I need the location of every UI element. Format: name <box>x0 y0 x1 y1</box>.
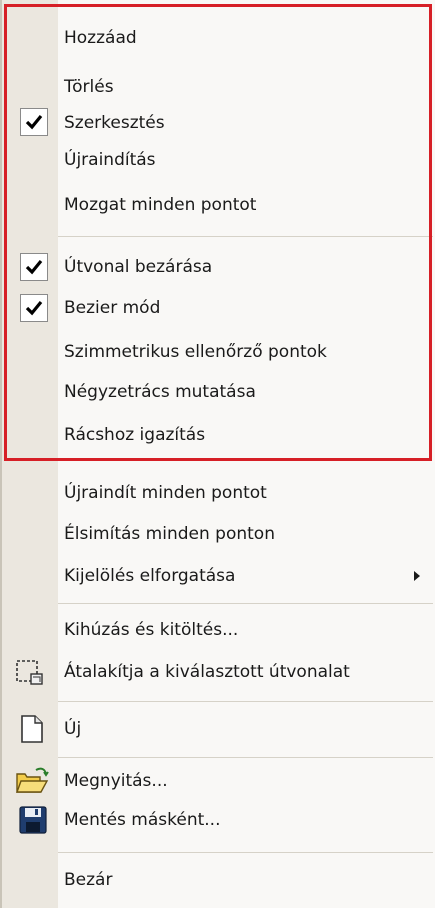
menu-item-negyzetracs-mutatasa[interactable]: Négyzetrács mutatása <box>0 380 435 404</box>
menu-item-atalakitja-kivalasztott-utvonalat[interactable]: Átalakítja a kiválasztott útvonalat <box>0 656 435 688</box>
menu-item-bezier-mod[interactable]: Bezier mód <box>0 292 435 324</box>
menu-item-label: Rácshoz igazítás <box>64 425 206 445</box>
menu-item-label: Kihúzás és kitöltés... <box>64 620 239 640</box>
menu-item-szimmetrikus-ellenorzo-pontok[interactable]: Szimmetrikus ellenőrző pontok <box>0 340 435 364</box>
menu-item-label: Törlés <box>64 77 114 97</box>
menu-item-label: Szerkesztés <box>64 113 165 133</box>
new-document-icon <box>20 714 44 749</box>
menu-item-uj[interactable]: Új <box>0 712 435 746</box>
menu-item-racshoz-igazitas[interactable]: Rácshoz igazítás <box>0 423 435 447</box>
menu-item-mentes-maskent[interactable]: Mentés másként... <box>0 803 435 837</box>
checkmark-icon <box>20 253 48 281</box>
menu-item-label: Négyzetrács mutatása <box>64 382 256 402</box>
menu-item-label: Újraindít minden pontot <box>64 483 267 503</box>
menu-separator <box>58 603 433 604</box>
menu-item-hozzaad[interactable]: Hozzáad <box>0 26 435 50</box>
menu-item-label: Szimmetrikus ellenőrző pontok <box>64 342 327 362</box>
menu-item-kijeloles-elforgatasa[interactable]: Kijelölés elforgatása <box>0 564 435 588</box>
checkmark-icon <box>20 108 48 136</box>
menu-item-mozgat-minden-pontot[interactable]: Mozgat minden pontot <box>0 193 435 217</box>
menu-item-label: Útvonal bezárása <box>64 257 213 277</box>
menu-separator <box>58 701 433 702</box>
menu-item-label: Mozgat minden pontot <box>64 195 257 215</box>
transform-selection-icon <box>14 658 46 693</box>
menu-separator <box>58 852 433 853</box>
menu-item-label: Kijelölés elforgatása <box>64 566 236 586</box>
menu-item-ujraindit-minden-pontot[interactable]: Újraindít minden pontot <box>0 481 435 505</box>
checkmark-icon <box>20 294 48 322</box>
menu-item-megnyitas[interactable]: Megnyitás... <box>0 764 435 798</box>
menu-item-elsimitas-minden-ponton[interactable]: Élsimítás minden ponton <box>0 522 435 546</box>
menu-item-label: Mentés másként... <box>64 810 221 830</box>
menu-separator <box>58 757 433 758</box>
open-folder-icon <box>14 766 50 801</box>
menu-item-label: Új <box>64 719 82 739</box>
menu-item-bezar[interactable]: Bezár <box>0 868 435 892</box>
menu-item-label: Élsimítás minden ponton <box>64 524 275 544</box>
menu-item-label: Bezár <box>64 870 113 890</box>
context-menu: Hozzáad Törlés Szerkesztés Újraindítás M… <box>0 0 435 908</box>
menu-item-label: Bezier mód <box>64 298 161 318</box>
menu-item-szerkesztes[interactable]: Szerkesztés <box>0 106 435 138</box>
menu-item-label: Hozzáad <box>64 28 137 48</box>
menu-item-ujrainditas[interactable]: Újraindítás <box>0 148 435 172</box>
menu-item-utvonal-bezarasa[interactable]: Útvonal bezárása <box>0 251 435 283</box>
menu-item-label: Újraindítás <box>64 150 156 170</box>
submenu-arrow-icon <box>414 571 420 581</box>
menu-item-torles[interactable]: Törlés <box>0 75 435 99</box>
menu-separator <box>58 236 433 237</box>
menu-item-label: Megnyitás... <box>64 771 168 791</box>
menu-item-kihuzas-es-kitoltes[interactable]: Kihúzás és kitöltés... <box>0 618 435 642</box>
floppy-disk-icon <box>18 805 48 840</box>
menu-item-label: Átalakítja a kiválasztott útvonalat <box>64 662 350 682</box>
